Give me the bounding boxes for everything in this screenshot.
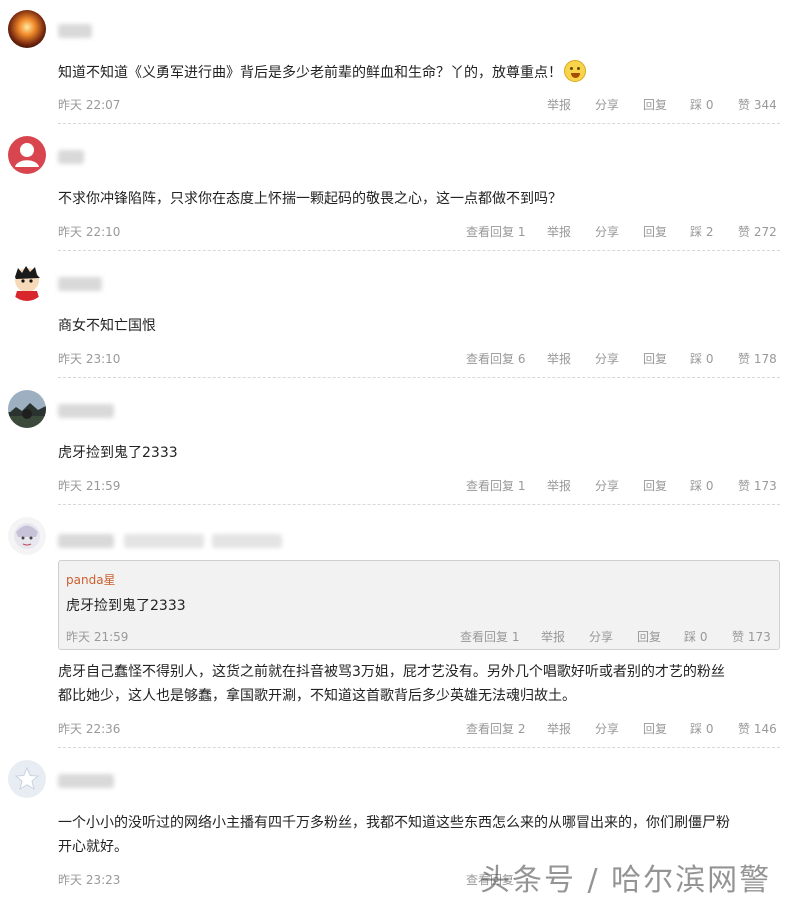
like-button[interactable]: 赞 146 (738, 720, 777, 737)
reply-button[interactable]: 回复 (643, 720, 667, 737)
comment-meta: 昨天 22:10 查看回复 1 举报 分享 回复 踩 2 赞 272 (58, 223, 779, 239)
avatar[interactable] (8, 390, 46, 428)
view-replies-button[interactable]: 查看回复 1 (460, 628, 519, 645)
laughing-emoji-icon (564, 60, 586, 82)
username-blurred[interactable] (58, 24, 92, 38)
report-button[interactable]: 举报 (547, 96, 571, 113)
timestamp: 昨天 21:59 (66, 630, 129, 644)
timestamp: 昨天 23:23 (58, 873, 121, 887)
view-replies-button[interactable]: 查看回复 1 (466, 477, 525, 494)
reply-button[interactable]: 回复 (643, 223, 667, 240)
user-badge-blurred (212, 534, 282, 548)
report-button[interactable]: 举报 (547, 720, 571, 737)
avatar[interactable] (8, 263, 46, 301)
watermark: 头条号 / 哈尔滨网警 (480, 863, 772, 898)
timestamp: 昨天 22:10 (58, 225, 121, 239)
like-button[interactable]: 赞 344 (738, 96, 777, 113)
dislike-button[interactable]: 踩 0 (690, 477, 713, 494)
avatar[interactable] (8, 10, 46, 48)
timestamp: 昨天 21:59 (58, 479, 121, 493)
username-blurred[interactable] (58, 534, 114, 548)
dislike-button[interactable]: 踩 0 (690, 350, 713, 367)
dislike-button[interactable]: 踩 0 (690, 96, 713, 113)
report-button[interactable]: 举报 (541, 628, 565, 645)
reply-button[interactable]: 回复 (643, 477, 667, 494)
comment-text: 虎牙自己蠢怪不得别人，这货之前就在抖音被骂3万姐，屁才艺没有。另外几个唱歌好听或… (58, 660, 788, 708)
comment-meta: 昨天 21:59 查看回复 1 举报 分享 回复 踩 0 赞 173 (58, 477, 779, 493)
dislike-button[interactable]: 踩 0 (684, 628, 707, 645)
quoted-comment: panda星 虎牙捡到鬼了2333 昨天 21:59 查看回复 1 举报 分享 … (58, 560, 780, 650)
quoted-username[interactable]: panda星 (66, 571, 116, 588)
dislike-button[interactable]: 踩 2 (690, 223, 713, 240)
comment-text-line: 都比她少，这人也是够蠢，拿国歌开涮，不知道这首歌背后多少英雄无法魂归故土。 (58, 688, 576, 704)
comment-text: 知道不知道《义勇军进行曲》背后是多少老前辈的鲜血和生命？丫的，放尊重点！ (58, 60, 788, 85)
comment-text: 虎牙捡到鬼了2333 (58, 445, 178, 461)
divider (58, 250, 780, 251)
share-button[interactable]: 分享 (595, 223, 619, 240)
timestamp: 昨天 22:36 (58, 722, 121, 736)
view-replies-button[interactable]: 查看回复 1 (466, 223, 525, 240)
user-badge-blurred (124, 534, 204, 548)
username-blurred[interactable] (58, 150, 84, 164)
quoted-meta: 昨天 21:59 查看回复 1 举报 分享 回复 踩 0 赞 173 (66, 628, 771, 644)
default-star-avatar-icon[interactable] (8, 760, 46, 798)
comment-text-line: 一个小小的没听过的网络小主播有四千万多粉丝，我都不知道这些东西怎么来的从哪冒出来… (58, 815, 730, 831)
share-button[interactable]: 分享 (595, 477, 619, 494)
share-button[interactable]: 分享 (595, 350, 619, 367)
comment-text: 一个小小的没听过的网络小主播有四千万多粉丝，我都不知道这些东西怎么来的从哪冒出来… (58, 811, 788, 859)
comment-text: 不求你冲锋陷阵，只求你在态度上怀揣一颗起码的敬畏之心，这一点都做不到吗？ (58, 191, 562, 207)
quoted-text: 虎牙捡到鬼了2333 (66, 598, 186, 614)
share-button[interactable]: 分享 (595, 720, 619, 737)
avatar[interactable] (8, 517, 46, 555)
like-button[interactable]: 赞 272 (738, 223, 777, 240)
report-button[interactable]: 举报 (547, 350, 571, 367)
username-blurred[interactable] (58, 277, 102, 291)
divider (58, 504, 780, 505)
divider (58, 747, 780, 748)
share-button[interactable]: 分享 (595, 96, 619, 113)
like-button[interactable]: 赞 173 (732, 628, 771, 645)
comment-meta: 昨天 22:07 举报 分享 回复 踩 0 赞 344 (58, 96, 779, 112)
reply-button[interactable]: 回复 (637, 628, 661, 645)
username-blurred[interactable] (58, 774, 114, 788)
divider (58, 123, 780, 124)
reply-button[interactable]: 回复 (643, 96, 667, 113)
timestamp: 昨天 22:07 (58, 98, 121, 112)
like-button[interactable]: 赞 173 (738, 477, 777, 494)
comment-text: 商女不知亡国恨 (58, 318, 156, 334)
username-blurred[interactable] (58, 404, 114, 418)
reply-button[interactable]: 回复 (643, 350, 667, 367)
dislike-button[interactable]: 踩 0 (690, 720, 713, 737)
report-button[interactable]: 举报 (547, 477, 571, 494)
timestamp: 昨天 23:10 (58, 352, 121, 366)
divider (58, 377, 780, 378)
comment-meta: 昨天 23:10 查看回复 6 举报 分享 回复 踩 0 赞 178 (58, 350, 779, 366)
share-button[interactable]: 分享 (589, 628, 613, 645)
comment-text-line: 虎牙自己蠢怪不得别人，这货之前就在抖音被骂3万姐，屁才艺没有。另外几个唱歌好听或… (58, 664, 725, 680)
report-button[interactable]: 举报 (547, 223, 571, 240)
default-user-avatar-icon[interactable] (8, 136, 46, 174)
view-replies-button[interactable]: 查看回复 2 (466, 720, 525, 737)
view-replies-button[interactable]: 查看回复 6 (466, 350, 525, 367)
like-button[interactable]: 赞 178 (738, 350, 777, 367)
comment-meta: 昨天 22:36 查看回复 2 举报 分享 回复 踩 0 赞 146 (58, 720, 779, 736)
